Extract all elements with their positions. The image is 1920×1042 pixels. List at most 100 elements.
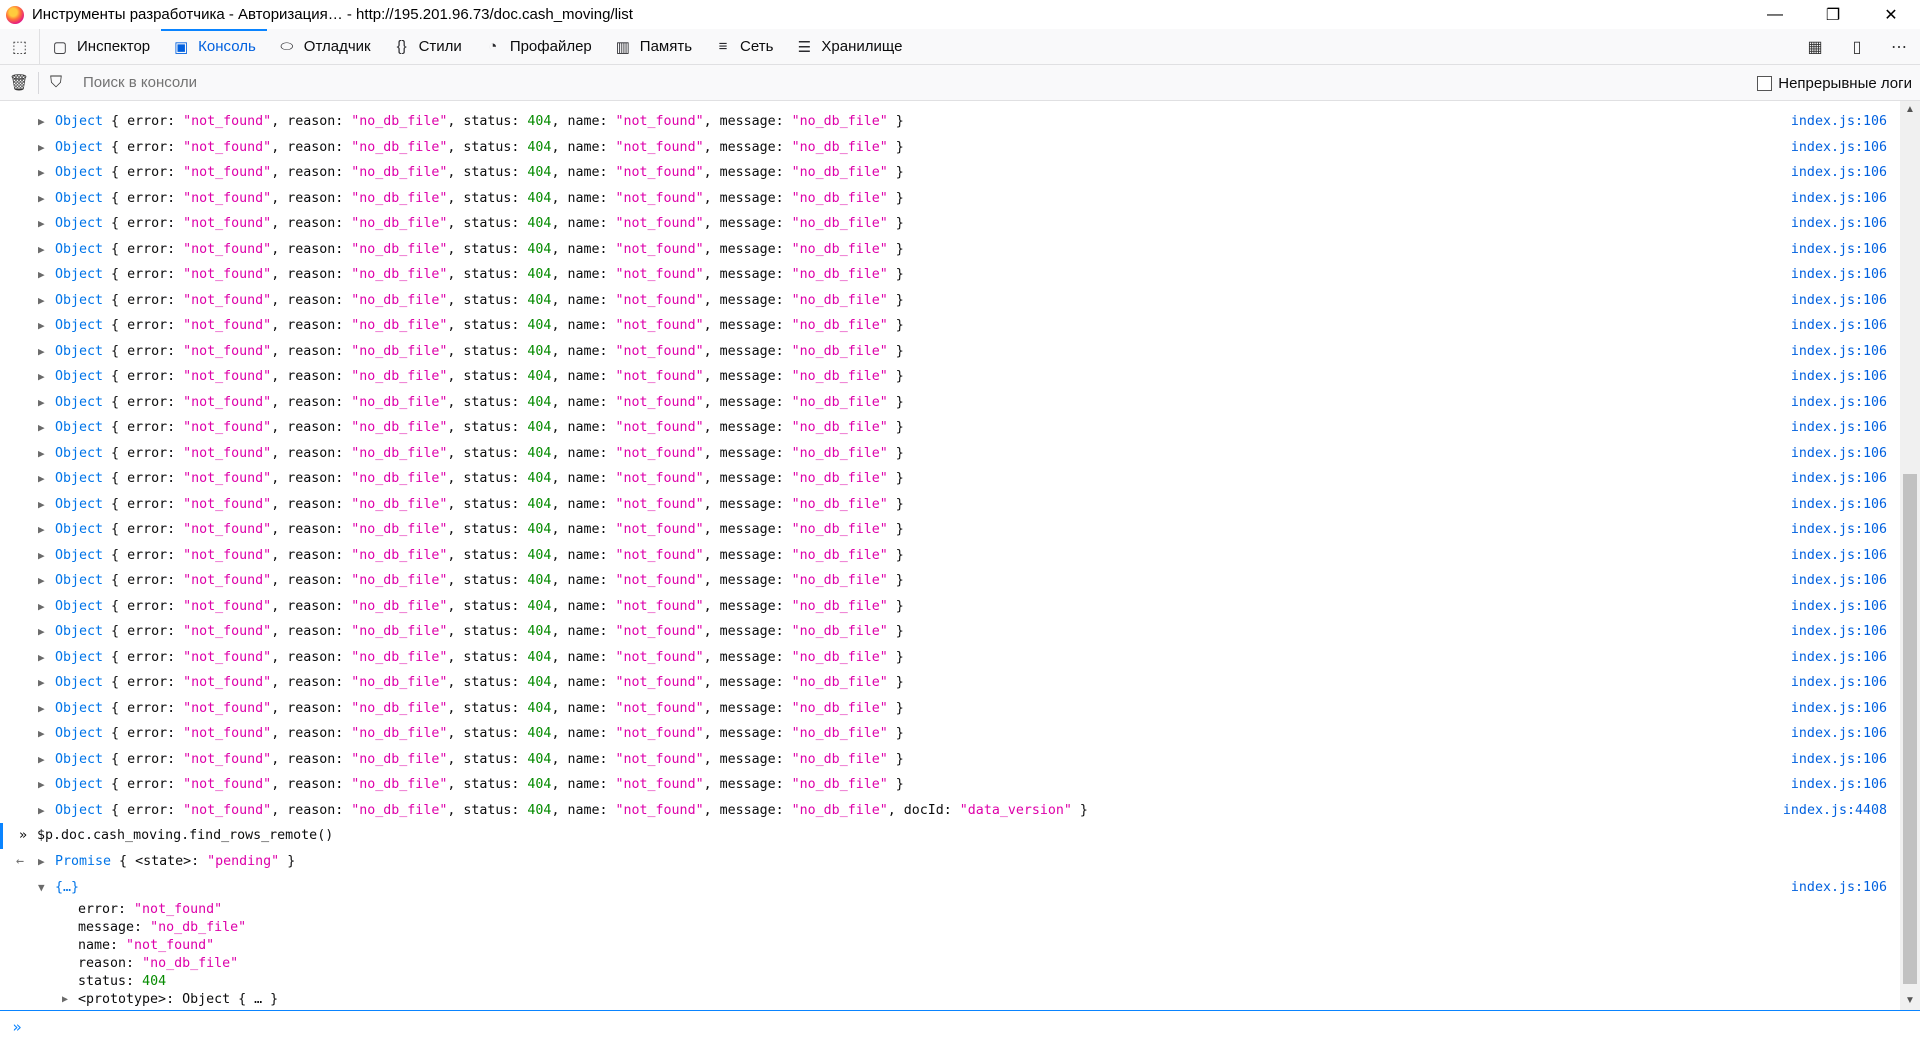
tab-debugger[interactable]: ⬭ Отладчик xyxy=(267,29,382,64)
log-message[interactable]: ▶ Object { error: "not_found", reason: "n… xyxy=(0,262,1900,288)
responsive-design-icon[interactable]: ▦ xyxy=(1794,29,1836,65)
log-source-link[interactable]: index.js:106 xyxy=(1791,670,1887,696)
expand-triangle-icon[interactable]: ▶ xyxy=(38,211,50,237)
log-message[interactable]: ▶ Object { error: "not_found", reason: "n… xyxy=(0,543,1900,569)
expand-triangle-icon[interactable]: ▶ xyxy=(38,237,50,263)
console-input[interactable] xyxy=(34,1019,1904,1034)
expand-triangle-icon[interactable]: ▶ xyxy=(38,721,50,747)
log-message[interactable]: ▶ Object { error: "not_found", reason: "n… xyxy=(0,211,1900,237)
tab-storage[interactable]: ☰ Хранилище xyxy=(784,29,913,64)
expand-triangle-icon[interactable]: ▶ xyxy=(38,109,50,135)
log-message[interactable]: ▶ Object { error: "not_found", reason: "n… xyxy=(0,415,1900,441)
expand-triangle-icon[interactable]: ▶ xyxy=(38,466,50,492)
log-source-link[interactable]: index.js:106 xyxy=(1791,568,1887,594)
log-message[interactable]: ▶ Object { error: "not_found", reason: "n… xyxy=(0,517,1900,543)
log-source-link[interactable]: index.js:106 xyxy=(1791,645,1887,671)
element-picker-icon[interactable]: ⬚ xyxy=(0,29,40,64)
log-source-link[interactable]: index.js:106 xyxy=(1791,262,1887,288)
log-source-link[interactable]: index.js:106 xyxy=(1791,160,1887,186)
expand-triangle-icon[interactable]: ▶ xyxy=(38,492,50,518)
expand-triangle-icon[interactable]: ▶ xyxy=(62,991,68,1009)
expand-triangle-icon[interactable]: ▶ xyxy=(38,645,50,671)
log-message[interactable]: ▶ Object { error: "not_found", reason: "n… xyxy=(0,747,1900,773)
tab-network[interactable]: ≡ Сеть xyxy=(703,29,784,64)
scroll-down-icon[interactable]: ▼ xyxy=(1900,992,1920,1010)
expand-triangle-icon[interactable]: ▶ xyxy=(38,364,50,390)
trash-icon[interactable]: 🗑 xyxy=(0,73,38,93)
expand-triangle-icon[interactable]: ▶ xyxy=(38,772,50,798)
expand-triangle-icon[interactable]: ▶ xyxy=(38,696,50,722)
log-message[interactable]: ▶ Object { error: "not_found", reason: "n… xyxy=(0,670,1900,696)
expand-triangle-icon[interactable]: ▶ xyxy=(38,415,50,441)
log-message[interactable]: ▶ Object { error: "not_found", reason: "n… xyxy=(0,492,1900,518)
log-message[interactable]: ▶ Object { error: "not_found", reason: "n… xyxy=(0,721,1900,747)
console-scrollbar[interactable]: ▲ ▼ xyxy=(1900,101,1920,1010)
tab-profiler[interactable]: ◔ Профайлер xyxy=(473,29,603,64)
log-source-link[interactable]: index.js:106 xyxy=(1791,364,1887,390)
console-search-input[interactable] xyxy=(83,74,1683,91)
log-message[interactable]: ▶ Object { error: "not_found", reason: "n… xyxy=(0,696,1900,722)
log-message[interactable]: ▶ Object { error: "not_found", reason: "n… xyxy=(0,466,1900,492)
expand-triangle-icon[interactable]: ▶ xyxy=(38,135,50,161)
log-source-link[interactable]: index.js:106 xyxy=(1791,619,1887,645)
log-message[interactable]: ▶ Object { error: "not_found", reason: "n… xyxy=(0,160,1900,186)
persist-logs-toggle[interactable]: Непрерывные логи xyxy=(1757,65,1912,101)
log-message[interactable]: ▶ Object { error: "not_found", reason: "n… xyxy=(0,645,1900,671)
expand-triangle-icon[interactable]: ▶ xyxy=(38,441,50,467)
expand-triangle-icon[interactable]: ▶ xyxy=(38,798,50,824)
log-source-link[interactable]: index.js:106 xyxy=(1791,747,1887,773)
log-message[interactable]: ▶ Object { error: "not_found", reason: "n… xyxy=(0,441,1900,467)
close-button[interactable]: ✕ xyxy=(1862,0,1920,29)
expand-triangle-icon[interactable]: ▶ xyxy=(38,313,50,339)
expanded-object[interactable]: ▼ {…} index.js:106 xyxy=(0,875,1900,901)
log-source-link[interactable]: index.js:106 xyxy=(1791,875,1887,901)
console-result[interactable]: ← ▶ Promise { <state>: "pending" } xyxy=(0,849,1900,875)
expand-triangle-icon[interactable]: ▶ xyxy=(38,670,50,696)
expand-triangle-icon[interactable]: ▶ xyxy=(38,568,50,594)
log-source-link[interactable]: index.js:106 xyxy=(1791,466,1887,492)
log-source-link[interactable]: index.js:106 xyxy=(1791,288,1887,314)
log-source-link[interactable]: index.js:106 xyxy=(1791,339,1887,365)
log-message[interactable]: ▶ Object { error: "not_found", reason: "n… xyxy=(0,237,1900,263)
expand-triangle-icon[interactable]: ▶ xyxy=(38,390,50,416)
log-message[interactable]: ▶ Object { error: "not_found", reason: "n… xyxy=(0,390,1900,416)
collapse-triangle-icon[interactable]: ▼ xyxy=(38,875,45,901)
log-source-link[interactable]: index.js:106 xyxy=(1791,517,1887,543)
log-source-link[interactable]: index.js:106 xyxy=(1791,772,1887,798)
log-source-link[interactable]: index.js:106 xyxy=(1791,211,1887,237)
log-source-link[interactable]: index.js:106 xyxy=(1791,543,1887,569)
persist-logs-checkbox[interactable] xyxy=(1757,75,1773,91)
log-source-link[interactable]: index.js:106 xyxy=(1791,594,1887,620)
log-source-link[interactable]: index.js:106 xyxy=(1791,135,1887,161)
expand-triangle-icon[interactable]: ▶ xyxy=(38,594,50,620)
log-source-link[interactable]: index.js:106 xyxy=(1791,721,1887,747)
tab-inspector[interactable]: ▢ Инспектор xyxy=(40,29,161,64)
tab-styles[interactable]: {} Стили xyxy=(382,29,473,64)
log-message[interactable]: ▶ Object { error: "not_found", reason: "n… xyxy=(0,339,1900,365)
log-source-link[interactable]: index.js:106 xyxy=(1791,696,1887,722)
log-source-link[interactable]: index.js:106 xyxy=(1791,186,1887,212)
minimize-button[interactable]: — xyxy=(1746,0,1804,29)
log-source-link[interactable]: index.js:106 xyxy=(1791,237,1887,263)
filter-icon[interactable]: ⛉ xyxy=(39,74,73,92)
log-source-link[interactable]: index.js:4408 xyxy=(1783,798,1887,824)
log-message[interactable]: ▶ Object { error: "not_found", reason: "n… xyxy=(0,313,1900,339)
log-message[interactable]: ▶ Object { error: "not_found", reason: "n… xyxy=(0,772,1900,798)
restore-button[interactable]: ❐ xyxy=(1804,0,1862,29)
expand-triangle-icon[interactable]: ▶ xyxy=(38,186,50,212)
log-message[interactable]: ▶ Object { error: "not_found", reason: "n… xyxy=(0,364,1900,390)
log-message[interactable]: ▶ Object { error: "not_found", reason: "n… xyxy=(0,186,1900,212)
log-message[interactable]: ▶ Object { error: "not_found", reason: "n… xyxy=(0,109,1900,135)
expand-triangle-icon[interactable]: ▶ xyxy=(38,619,50,645)
log-source-link[interactable]: index.js:106 xyxy=(1791,441,1887,467)
expand-triangle-icon[interactable]: ▶ xyxy=(38,262,50,288)
tab-memory[interactable]: ▥ Память xyxy=(603,29,703,64)
log-message[interactable]: ▶ Object { error: "not_found", reason: "n… xyxy=(0,619,1900,645)
dock-side-icon[interactable]: ▯ xyxy=(1836,29,1878,65)
log-message[interactable]: ▶ Object { error: "not_found", reason: "n… xyxy=(0,288,1900,314)
log-message[interactable]: ▶ Object { error: "not_found", reason: "n… xyxy=(0,594,1900,620)
expand-triangle-icon[interactable]: ▶ xyxy=(38,160,50,186)
log-message-docid[interactable]: ▶ Object { error: "not_found", reason: "… xyxy=(0,798,1900,824)
more-options-icon[interactable]: ⋯ xyxy=(1878,29,1920,65)
scrollbar-thumb[interactable] xyxy=(1903,474,1917,984)
